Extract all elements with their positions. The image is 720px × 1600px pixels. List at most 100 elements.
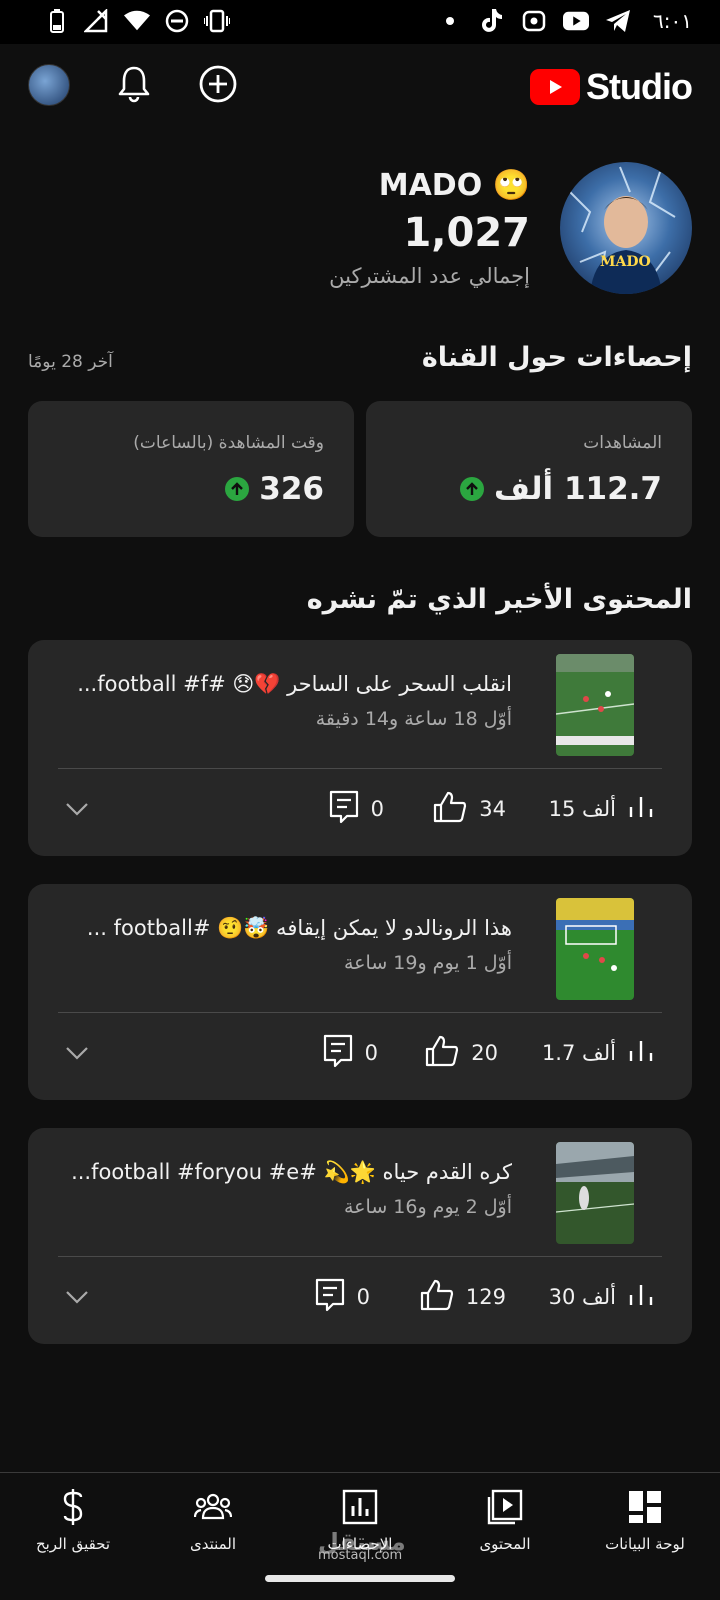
battery-icon — [44, 8, 70, 34]
subscriber-label: إجمالي عدد المشتركين — [329, 264, 530, 288]
video-title: انقلب السحر على الساحر 💔😞 #football #f..… — [77, 672, 512, 696]
video-age: أوّل 18 ساعة و14 دقيقة — [315, 708, 512, 730]
video-age: أوّل 2 يوم و16 ساعة — [344, 1196, 512, 1218]
likes-metric: 129 — [420, 1274, 506, 1320]
youtube-icon — [563, 8, 590, 34]
bar-chart-icon — [628, 1039, 654, 1068]
comments-metric: 0 — [315, 1274, 370, 1320]
comment-icon — [315, 1278, 345, 1317]
community-icon — [193, 1487, 233, 1527]
stat-label: وقت المشاهدة (بالساعات) — [133, 433, 324, 453]
screen-record-icon — [521, 8, 547, 34]
likes-count: 20 — [471, 1041, 498, 1065]
channel-name: MADO 🙄 — [378, 168, 530, 203]
dot-icon — [437, 8, 463, 34]
video-metrics: 30 ألف 129 0 — [28, 1274, 692, 1320]
stat-label: المشاهدات — [583, 433, 662, 453]
views-metric: 1.7 ألف — [542, 1030, 654, 1076]
video-card[interactable]: كره القدم حياه 🌟💫 #football #foryou #e..… — [28, 1128, 692, 1344]
nav-label: تحقيق الربح — [35, 1535, 111, 1553]
divider — [58, 768, 662, 769]
likes-count: 129 — [465, 1285, 506, 1309]
stat-value: 112.7 ألف — [459, 471, 662, 507]
likes-count: 34 — [479, 797, 506, 821]
no-signal-icon — [84, 8, 110, 34]
video-thumbnail[interactable] — [556, 654, 634, 756]
likes-metric: 34 — [433, 786, 506, 832]
video-metrics: 1.7 ألف 20 0 — [28, 1030, 692, 1076]
like-icon — [433, 791, 467, 828]
vibrate-icon — [204, 8, 230, 34]
views-metric: 15 ألف — [549, 786, 654, 832]
comments-count: 0 — [370, 797, 384, 821]
watch-time-card[interactable]: وقت المشاهدة (بالساعات) 326 — [28, 401, 354, 537]
views-count: 30 ألف — [548, 1285, 616, 1309]
channel-header: MADO MADO 🙄 1,027 إجمالي عدد المشتركين — [0, 158, 720, 298]
watch-time-value: 326 — [259, 471, 324, 507]
recent-content-title: المحتوى الأخير الذي تمّ نشره — [306, 584, 692, 615]
stat-value: 326 — [225, 471, 324, 507]
add-circle-icon[interactable] — [198, 64, 238, 104]
likes-metric: 20 — [425, 1030, 498, 1076]
subscriber-count: 1,027 — [403, 210, 530, 256]
telegram-icon — [605, 8, 631, 34]
comment-icon — [323, 1034, 353, 1073]
youtube-logo-icon — [530, 69, 581, 105]
avatar[interactable] — [28, 64, 70, 106]
comments-metric: 0 — [329, 786, 384, 832]
studio-logo[interactable]: Studio — [530, 66, 693, 108]
content-icon — [485, 1487, 525, 1527]
views-metric: 30 ألف — [549, 1274, 654, 1320]
nav-community[interactable]: المنتدى — [148, 1487, 278, 1553]
app-header: Studio — [0, 44, 720, 128]
nav-label: المحتوى — [479, 1535, 531, 1553]
status-bar: ٦:٠١ — [0, 0, 720, 44]
views-value: 112.7 ألف — [493, 471, 662, 507]
nav-dashboard[interactable]: لوحة البيانات — [580, 1487, 710, 1553]
arrow-up-icon — [459, 477, 484, 501]
nav-content[interactable]: المحتوى — [440, 1487, 570, 1553]
earn-icon — [53, 1487, 93, 1527]
comments-count: 0 — [364, 1041, 378, 1065]
comments-metric: 0 — [323, 1030, 378, 1076]
nav-label: المنتدى — [189, 1535, 237, 1553]
tiktok-icon — [479, 8, 505, 34]
studio-logo-text: Studio — [586, 66, 693, 107]
nav-label: لوحة البيانات — [605, 1535, 685, 1553]
video-metrics: 15 ألف 34 0 — [28, 786, 692, 832]
wifi-icon — [124, 8, 150, 34]
chevron-down-icon[interactable] — [62, 1038, 92, 1068]
divider — [58, 1012, 662, 1013]
analytics-period: آخر 28 يومًا — [28, 352, 113, 372]
video-thumbnail[interactable] — [556, 1142, 634, 1244]
like-icon — [425, 1035, 459, 1072]
watermark: مستقل mostaql.com — [318, 1528, 406, 1563]
video-thumbnail[interactable] — [556, 898, 634, 1000]
analytics-icon — [340, 1487, 380, 1527]
video-age: أوّل 1 يوم و19 ساعة — [344, 952, 512, 974]
comment-icon — [329, 790, 359, 829]
video-card[interactable]: انقلب السحر على الساحر 💔😞 #football #f..… — [28, 640, 692, 856]
clock: ٦:٠١ — [653, 9, 692, 33]
bar-chart-icon — [628, 1283, 654, 1312]
chevron-down-icon[interactable] — [62, 1282, 92, 1312]
divider — [58, 1256, 662, 1257]
chevron-down-icon[interactable] — [62, 794, 92, 824]
like-icon — [420, 1279, 454, 1316]
video-card[interactable]: هذا الرونالدو لا يمكن إيقافه 🤯🤨 #footbal… — [28, 884, 692, 1100]
views-count: 1.7 ألف — [541, 1041, 616, 1065]
bell-icon[interactable] — [116, 64, 152, 104]
analytics-title: إحصاءات حول القناة — [421, 342, 692, 373]
watermark-text: mostaql.com — [318, 1548, 403, 1563]
views-count: 15 ألف — [548, 797, 616, 821]
comments-count: 0 — [356, 1285, 370, 1309]
channel-avatar[interactable]: MADO — [560, 162, 692, 294]
views-card[interactable]: المشاهدات 112.7 ألف — [366, 401, 692, 537]
do-not-disturb-icon — [164, 8, 190, 34]
nav-earn[interactable]: تحقيق الربح — [8, 1487, 138, 1553]
video-title: كره القدم حياه 🌟💫 #football #foryou #e..… — [71, 1160, 512, 1184]
video-title: هذا الرونالدو لا يمكن إيقافه 🤯🤨 #footbal… — [86, 916, 512, 940]
dashboard-icon — [625, 1487, 665, 1527]
arrow-up-icon — [225, 477, 250, 501]
home-indicator[interactable] — [265, 1575, 455, 1582]
